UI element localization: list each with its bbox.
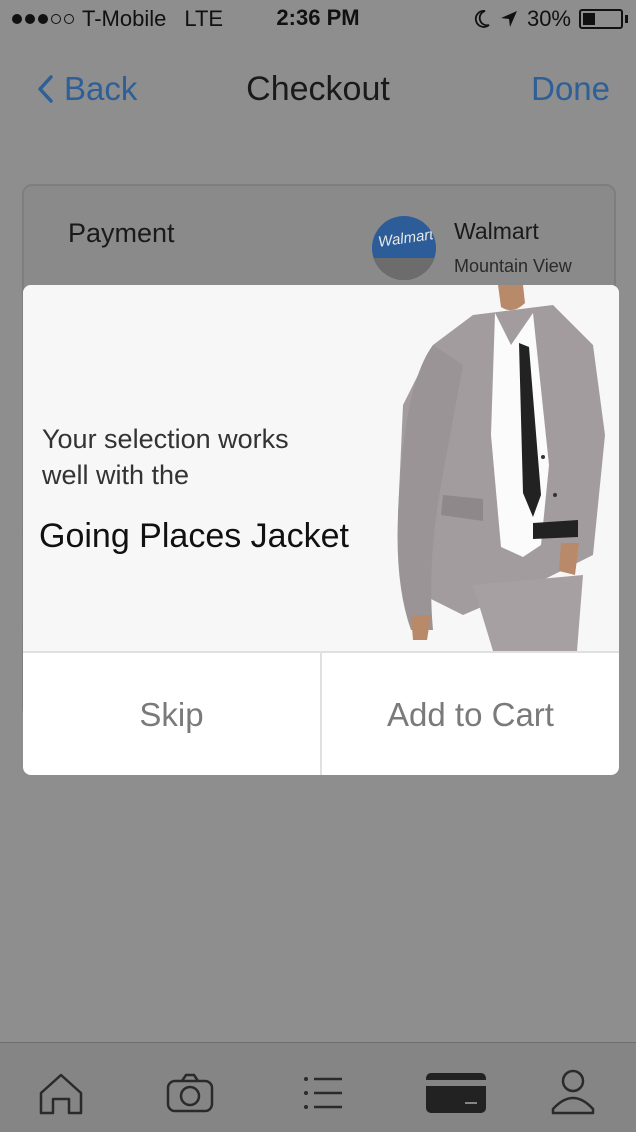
camera-icon[interactable]	[162, 1065, 218, 1121]
recommendation-intro: Your selection works well with the	[42, 424, 289, 490]
list-icon[interactable]	[294, 1065, 350, 1121]
store-logo-text: Walmart	[377, 226, 435, 251]
recommendation-modal: Your selection works well with the Going…	[23, 285, 619, 775]
modal-actions: Skip Add to Cart	[23, 651, 619, 775]
payment-label: Payment	[68, 218, 175, 248]
product-name: Going Places Jacket	[39, 517, 349, 555]
moon-icon	[474, 10, 490, 28]
product-image	[397, 285, 605, 651]
add-to-cart-button[interactable]: Add to Cart	[320, 653, 619, 775]
status-right: 30%	[473, 6, 628, 32]
card-icon[interactable]	[425, 1065, 487, 1121]
store-name: Walmart	[454, 218, 539, 244]
location-arrow-icon	[500, 11, 517, 27]
done-button[interactable]: Done	[531, 70, 610, 108]
store-logo: Walmart	[372, 216, 436, 280]
status-bar: T-Mobile LTE 2:36 PM 30%	[0, 0, 636, 36]
battery-icon	[579, 9, 623, 29]
battery-percent: 30%	[526, 6, 571, 31]
store-location: Mountain View	[454, 256, 572, 276]
navigation-bar: Back Checkout Done	[0, 60, 636, 120]
recommendation-banner: Your selection works well with the Going…	[23, 285, 619, 651]
home-icon[interactable]	[33, 1065, 89, 1121]
skip-button[interactable]: Skip	[23, 653, 320, 775]
tab-bar	[0, 1042, 636, 1132]
battery-tip	[625, 15, 628, 23]
profile-icon[interactable]	[545, 1065, 601, 1121]
